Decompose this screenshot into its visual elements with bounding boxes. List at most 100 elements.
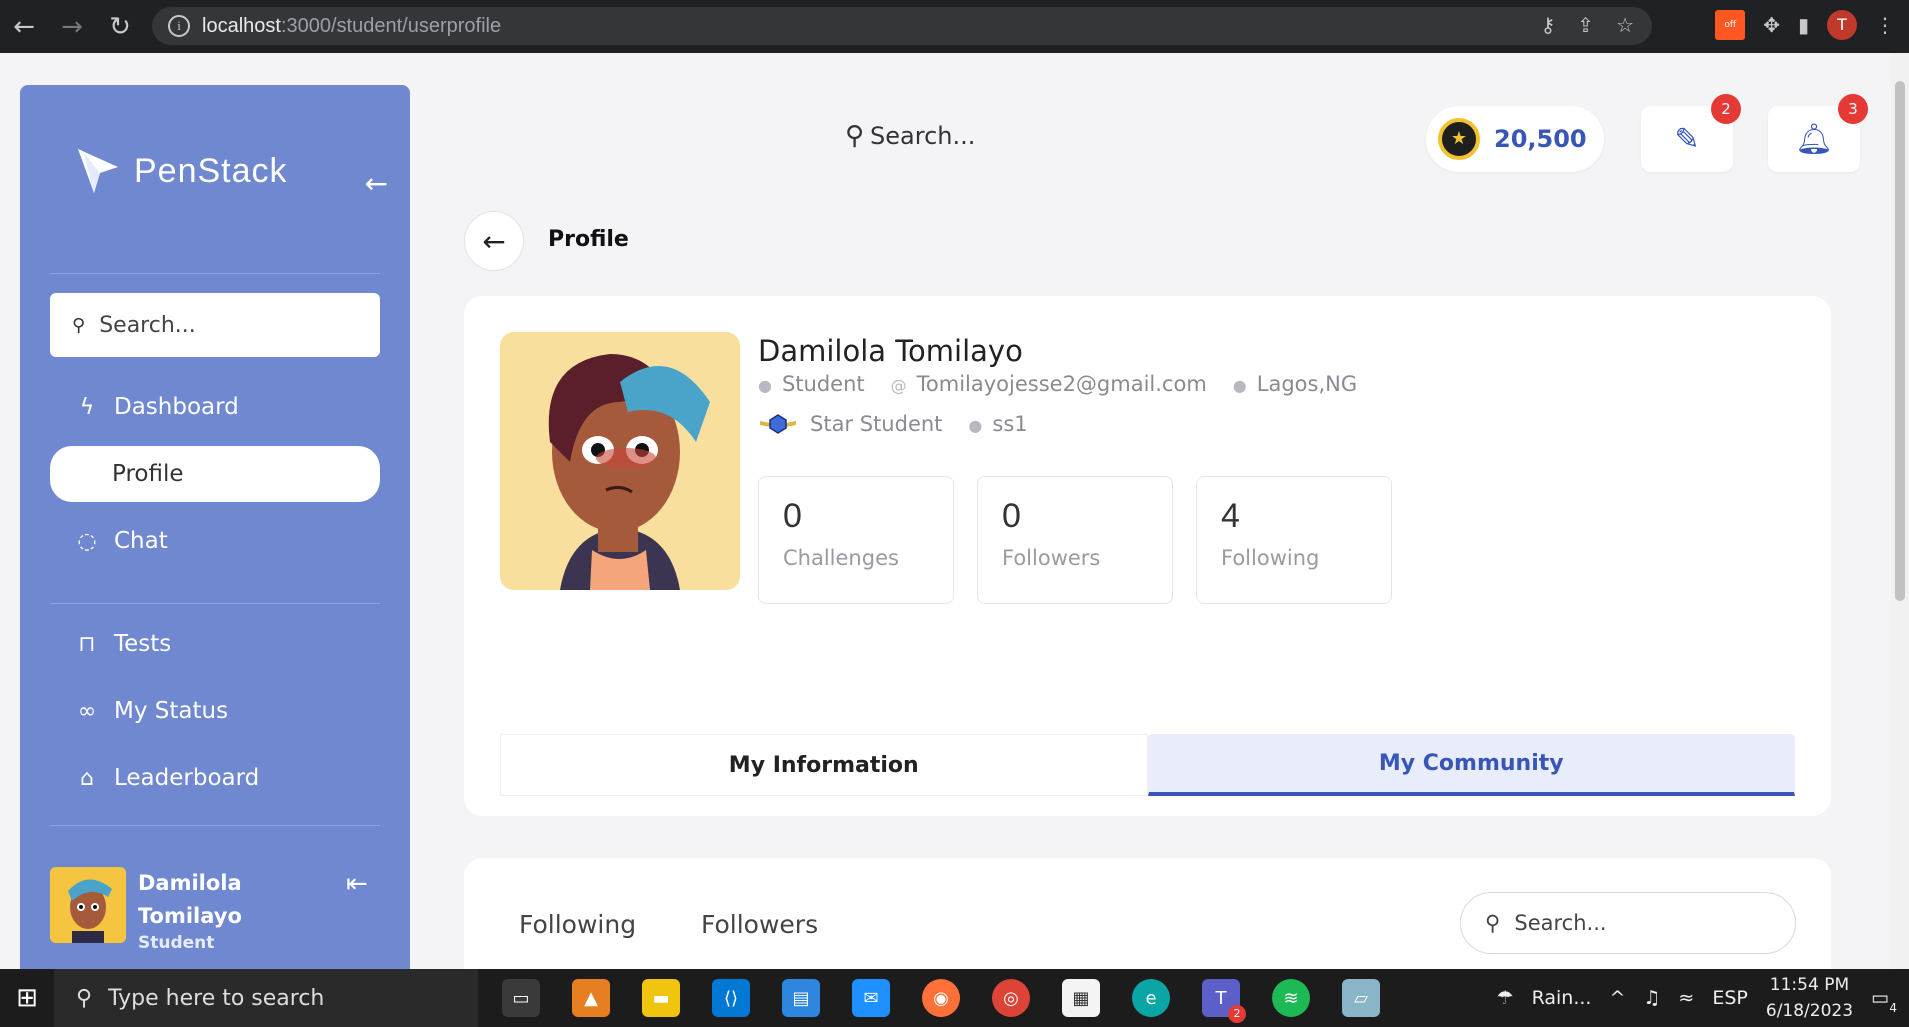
page-scrollbar[interactable] bbox=[1891, 53, 1909, 969]
avatar[interactable] bbox=[50, 867, 126, 943]
sidebar-item-leaderboard[interactable]: ⌂ Leaderboard bbox=[50, 750, 380, 806]
notifications-button[interactable]: 🔔︎ 3 bbox=[1768, 94, 1868, 172]
chevron-up-icon[interactable]: ^ bbox=[1609, 987, 1625, 1009]
edge-icon[interactable]: e bbox=[1132, 979, 1170, 1017]
weather-text[interactable]: Rain... bbox=[1532, 987, 1592, 1009]
weather-icon[interactable]: ☂ bbox=[1497, 987, 1514, 1009]
search-icon: ⚲ bbox=[72, 314, 86, 336]
puzzle-icon[interactable]: ✥ bbox=[1763, 13, 1780, 37]
back-arrow-icon[interactable]: ← bbox=[0, 12, 48, 42]
teams-icon[interactable]: T 2 bbox=[1202, 979, 1246, 1023]
coin-icon: ★ bbox=[1438, 118, 1480, 160]
stat-label: Following bbox=[1221, 546, 1320, 570]
share-icon[interactable]: ⇪ bbox=[1577, 13, 1594, 37]
profile-rank: Star Student bbox=[810, 412, 943, 436]
sidebar-item-label: Profile bbox=[112, 461, 184, 487]
windows-start-icon[interactable]: ⊞ bbox=[0, 983, 54, 1013]
search-icon: ⚲ bbox=[845, 121, 865, 151]
tab-my-information[interactable]: My Information bbox=[500, 734, 1148, 796]
stat-following: 4 Following bbox=[1196, 476, 1392, 604]
sidebar: PenStack ← ⚲ Search... ϟ Dashboard Profi… bbox=[20, 85, 410, 969]
taskbar-search[interactable]: ⚲ Type here to search bbox=[54, 969, 478, 1027]
bag-icon: ⌂ bbox=[80, 765, 94, 791]
spotify-icon[interactable]: ≋ bbox=[1272, 979, 1310, 1017]
address-bar[interactable]: i localhost:3000/student/userprofile ⚷ ⇪… bbox=[152, 7, 1652, 45]
user-icon: ● bbox=[758, 376, 772, 395]
bolt-icon: ϟ bbox=[79, 394, 95, 420]
sidebar-item-profile[interactable]: Profile bbox=[50, 446, 380, 502]
menu-dots-icon[interactable]: ⋮ bbox=[1875, 13, 1895, 37]
browser-toolbar: ← → ↻ i localhost:3000/student/userprofi… bbox=[0, 0, 1909, 53]
sidebar-item-label: Tests bbox=[114, 631, 172, 657]
mail-icon[interactable]: ✉ bbox=[852, 979, 890, 1017]
sidebar-item-label: Chat bbox=[114, 528, 168, 554]
sidebar-item-tests[interactable]: ⊓ Tests bbox=[50, 616, 380, 672]
search-icon: ⚲ bbox=[76, 985, 93, 1011]
bell-icon: 🔔︎ bbox=[1794, 121, 1834, 157]
stat-label: Challenges bbox=[783, 546, 899, 570]
key-icon[interactable]: ⚷ bbox=[1541, 13, 1556, 37]
pen-logo-icon bbox=[78, 149, 118, 193]
site-info-icon[interactable]: i bbox=[168, 15, 190, 37]
back-button[interactable]: ← bbox=[464, 211, 524, 271]
search-placeholder: Search... bbox=[99, 312, 196, 338]
sidebar-item-chat[interactable]: ◌ Chat bbox=[50, 513, 380, 569]
sidebar-item-label: Dashboard bbox=[114, 394, 239, 420]
scrollbar-thumb[interactable] bbox=[1895, 81, 1905, 601]
vscode-icon[interactable]: ⟨⟩ bbox=[712, 979, 750, 1017]
page-title: Profile bbox=[548, 227, 629, 252]
sidepanel-icon[interactable]: ▮ bbox=[1798, 13, 1809, 37]
coin-balance[interactable]: ★ 20,500 bbox=[1426, 106, 1604, 172]
teams-badge: 2 bbox=[1228, 1005, 1246, 1023]
messages-button[interactable]: ✎ 2 bbox=[1641, 94, 1741, 172]
location-pin-icon: ● bbox=[1232, 376, 1247, 395]
stat-label: Followers bbox=[1002, 546, 1101, 570]
sidebar-item-dashboard[interactable]: ϟ Dashboard bbox=[50, 379, 380, 435]
file-explorer-icon[interactable]: ▬ bbox=[642, 979, 680, 1017]
profile-avatar-icon[interactable]: T bbox=[1827, 10, 1857, 40]
chrome-icon[interactable]: ◎ bbox=[992, 979, 1030, 1017]
tab-followers[interactable]: Followers bbox=[701, 910, 818, 939]
sidebar-user-card: Damilola Tomilayo Student ⇤ bbox=[50, 867, 390, 957]
page: PenStack ← ⚲ Search... ϟ Dashboard Profi… bbox=[0, 53, 1909, 969]
volume-icon[interactable]: ♫ bbox=[1643, 987, 1660, 1009]
wifi-icon[interactable]: ≈ bbox=[1678, 987, 1694, 1009]
stat-value: 4 bbox=[1221, 497, 1240, 535]
coin-value: 20,500 bbox=[1494, 125, 1587, 153]
store-icon[interactable]: ▦ bbox=[1062, 979, 1100, 1017]
task-view-icon[interactable]: ▭ bbox=[502, 979, 540, 1017]
star-icon[interactable]: ☆ bbox=[1616, 13, 1634, 37]
profile-role: Student bbox=[781, 372, 865, 396]
feather-icon: ✎ bbox=[1674, 121, 1700, 157]
sidebar-search-input[interactable]: ⚲ Search... bbox=[50, 293, 380, 357]
app-icon[interactable]: ▤ bbox=[782, 979, 820, 1017]
profile-location: Lagos,NG bbox=[1256, 372, 1358, 396]
firefox-icon[interactable]: ◉ bbox=[922, 979, 960, 1017]
profile-card: Damilola Tomilayo ● Student @ Tomilayojess… bbox=[464, 296, 1831, 816]
clock[interactable]: 11:54 PM 6/18/2023 bbox=[1766, 972, 1853, 1024]
reload-icon[interactable]: ↻ bbox=[96, 12, 144, 42]
forward-arrow-icon[interactable]: → bbox=[48, 12, 96, 42]
search-icon: ⚲ bbox=[1485, 911, 1501, 935]
top-search-input[interactable]: ⚲ Search... bbox=[845, 121, 975, 151]
top-search-placeholder: Search... bbox=[870, 122, 976, 150]
community-search-input[interactable]: ⚲ Search... bbox=[1460, 892, 1796, 954]
vlc-icon[interactable]: ▲ bbox=[572, 979, 610, 1017]
extension-icon[interactable]: off bbox=[1715, 10, 1746, 40]
logout-icon[interactable]: ⇤ bbox=[346, 869, 368, 899]
brand-logo[interactable]: PenStack bbox=[72, 145, 288, 197]
collapse-sidebar-icon[interactable]: ← bbox=[365, 167, 388, 200]
notif-count: 4 bbox=[1889, 1001, 1897, 1015]
community-card: Following Followers ⚲ Search... bbox=[464, 858, 1831, 969]
sidebar-item-my-status[interactable]: ∞ My Status bbox=[50, 683, 380, 739]
tab-my-community[interactable]: My Community bbox=[1147, 734, 1795, 796]
sidebar-user-name: Damilola Tomilayo bbox=[138, 871, 242, 928]
location-pin-icon: ● bbox=[968, 416, 983, 435]
stat-value: 0 bbox=[1002, 497, 1021, 535]
url-text: localhost:3000/student/userprofile bbox=[202, 14, 502, 37]
book-icon: ⊓ bbox=[78, 631, 96, 657]
notification-center-icon[interactable]: ▭ 4 bbox=[1871, 987, 1897, 1015]
notepad-icon[interactable]: ▱ bbox=[1342, 979, 1380, 1017]
language-indicator[interactable]: ESP bbox=[1712, 987, 1748, 1009]
tab-following[interactable]: Following bbox=[519, 910, 636, 939]
